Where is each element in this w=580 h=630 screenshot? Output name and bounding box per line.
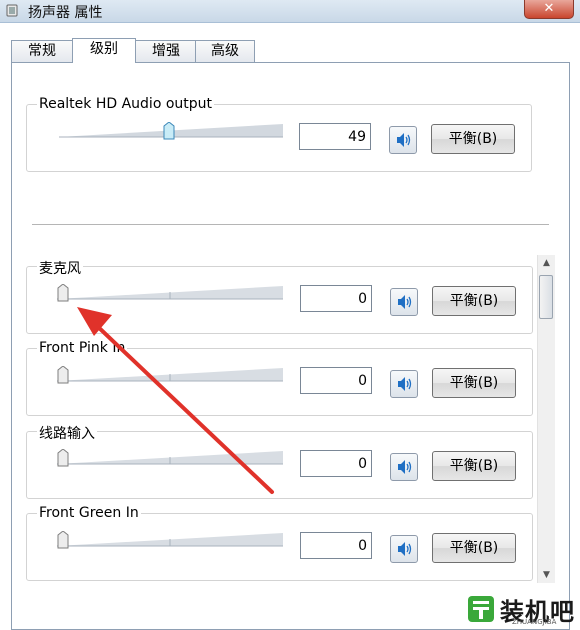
scrollbar-thumb[interactable] <box>539 275 553 319</box>
watermark-subtext: ZHUANGJIBA <box>512 618 557 626</box>
speaker-icon <box>398 377 412 391</box>
output-volume-value[interactable]: 49 <box>299 123 371 150</box>
input-group: 麦克风 0 平衡(B) <box>26 258 533 334</box>
window-icon <box>6 4 18 17</box>
scroll-up-icon[interactable]: ▲ <box>538 255 555 271</box>
input-label: 麦克风 <box>37 258 83 278</box>
logo-icon <box>468 596 494 622</box>
slider-track <box>57 286 283 300</box>
input-volume-value[interactable]: 0 <box>300 450 372 477</box>
input-label: 线路输入 <box>37 423 97 443</box>
speaker-icon <box>398 295 412 309</box>
output-label: Realtek HD Audio output <box>37 96 215 112</box>
tab-advanced[interactable]: 高级 <box>195 40 255 62</box>
speaker-icon <box>397 133 411 147</box>
slider-track <box>57 533 283 547</box>
input-volume-slider[interactable] <box>57 529 283 549</box>
slider-thumb[interactable] <box>57 366 69 384</box>
slider-track <box>57 368 283 382</box>
slider-thumb[interactable] <box>57 531 69 549</box>
balance-button[interactable]: 平衡(B) <box>432 533 516 563</box>
input-volume-value[interactable]: 0 <box>300 285 372 312</box>
scroll-down-icon[interactable]: ▼ <box>538 567 555 583</box>
balance-button[interactable]: 平衡(B) <box>431 124 515 154</box>
balance-button[interactable]: 平衡(B) <box>432 286 516 316</box>
speaker-icon <box>398 460 412 474</box>
mute-button[interactable] <box>390 453 418 481</box>
tab-strip: 常规 级别 增强 高级 <box>11 38 571 63</box>
slider-thumb[interactable] <box>57 284 69 302</box>
vertical-scrollbar[interactable]: ▲ ▼ <box>537 255 555 583</box>
slider-thumb[interactable] <box>163 122 175 140</box>
title-bar[interactable]: 扬声器 属性 ✕ <box>0 0 580 23</box>
close-button[interactable]: ✕ <box>524 0 574 19</box>
tab-enhancements[interactable]: 增强 <box>135 40 197 62</box>
input-label: Front Green In <box>37 505 141 521</box>
input-volume-value[interactable]: 0 <box>300 367 372 394</box>
slider-thumb[interactable] <box>57 449 69 467</box>
balance-button[interactable]: 平衡(B) <box>432 451 516 481</box>
tab-levels[interactable]: 级别 <box>72 38 136 63</box>
input-group: 线路输入 0 平衡(B) <box>26 423 533 499</box>
window-title: 扬声器 属性 <box>28 5 103 21</box>
input-group: Front Pink In 0 平衡(B) <box>26 340 533 416</box>
mute-button[interactable] <box>389 126 417 154</box>
mute-button[interactable] <box>390 535 418 563</box>
speaker-icon <box>398 542 412 556</box>
input-group: Front Green In 0 平衡(B) <box>26 505 533 581</box>
input-volume-slider[interactable] <box>57 282 283 302</box>
output-volume-slider[interactable] <box>59 120 283 140</box>
input-volume-value[interactable]: 0 <box>300 532 372 559</box>
mute-button[interactable] <box>390 370 418 398</box>
close-icon: ✕ <box>543 1 555 16</box>
tab-general[interactable]: 常规 <box>11 40 73 62</box>
slider-track <box>57 451 283 465</box>
input-volume-slider[interactable] <box>57 364 283 384</box>
output-group: Realtek HD Audio output 49 平衡(B) <box>26 96 532 172</box>
input-list[interactable]: 麦克风 0 平衡(B) Front Pink In 0 平衡(B) 线路输入 0… <box>26 255 554 583</box>
divider <box>32 224 549 225</box>
input-volume-slider[interactable] <box>57 447 283 467</box>
mute-button[interactable] <box>390 288 418 316</box>
input-label: Front Pink In <box>37 340 128 356</box>
balance-button[interactable]: 平衡(B) <box>432 368 516 398</box>
watermark-logo: 装机吧 ZHUANGJIBA <box>460 588 580 630</box>
